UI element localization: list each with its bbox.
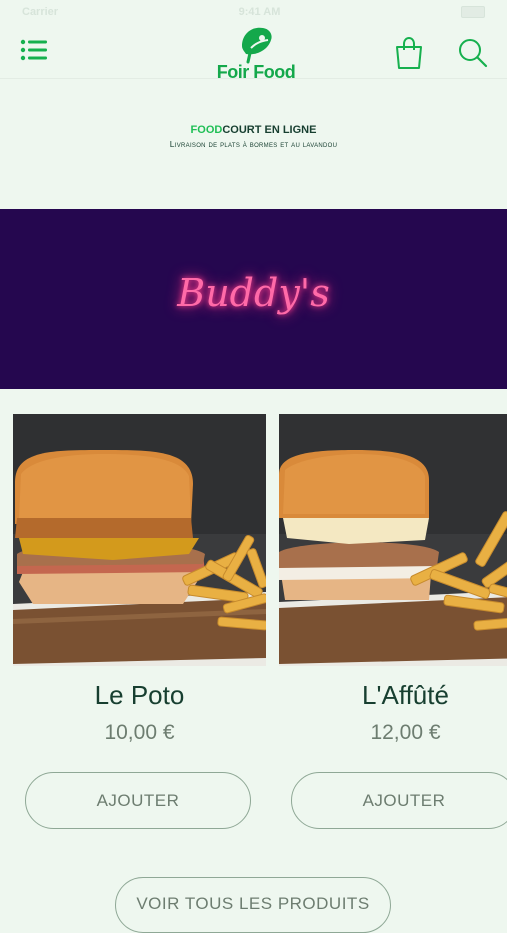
product-card[interactable]: L'Affûté 12,00 € AJOUTER (279, 414, 507, 844)
tagline-title-highlight: FOOD (190, 124, 223, 136)
restaurant-banner[interactable]: Buddy's (0, 209, 507, 389)
search-button[interactable] (456, 36, 490, 70)
product-price: 10,00 € (104, 721, 175, 744)
add-to-cart-button[interactable]: AJOUTER (25, 772, 251, 829)
product-image[interactable] (279, 414, 507, 666)
tagline-subtitle: Livraison de plats à bormes et au lavand… (169, 139, 338, 149)
carrier-label: Carrier (22, 6, 59, 18)
burger-image-icon (13, 414, 266, 666)
menu-button[interactable] (20, 38, 48, 62)
menu-icon (20, 39, 47, 61)
tagline: FOODCOURT EN LIGNE Livraison de plats à … (0, 124, 507, 149)
burger-image-icon (279, 414, 507, 666)
product-name: L'Affûté (362, 680, 449, 710)
app-header: Foir Food (0, 24, 507, 82)
battery-icon (460, 6, 485, 18)
view-all-products-button[interactable]: VOIR TOUS LES PRODUITS (115, 877, 391, 933)
product-image[interactable] (13, 414, 266, 666)
banner-neon-text: Buddy's (177, 271, 330, 315)
cart-button[interactable] (392, 36, 426, 70)
product-card[interactable]: Le Poto 10,00 € AJOUTER (13, 414, 266, 844)
product-name: Le Poto (94, 680, 185, 710)
tagline-title-rest: COURT EN LIGNE (222, 124, 317, 136)
brand-logo-text: Foir Food (216, 62, 296, 82)
leaf-logo-icon (242, 27, 272, 64)
brand-logo[interactable]: Foir Food (206, 26, 306, 82)
status-time: 9:41 AM (238, 6, 281, 18)
tagline-title: FOODCOURT EN LIGNE (0, 124, 507, 136)
shopping-bag-icon (396, 36, 422, 69)
status-bar: Carrier 9:41 AM (0, 0, 507, 24)
search-icon (459, 39, 488, 68)
product-price: 12,00 € (370, 721, 441, 744)
add-to-cart-button[interactable]: AJOUTER (291, 772, 507, 829)
header-divider (0, 78, 507, 79)
